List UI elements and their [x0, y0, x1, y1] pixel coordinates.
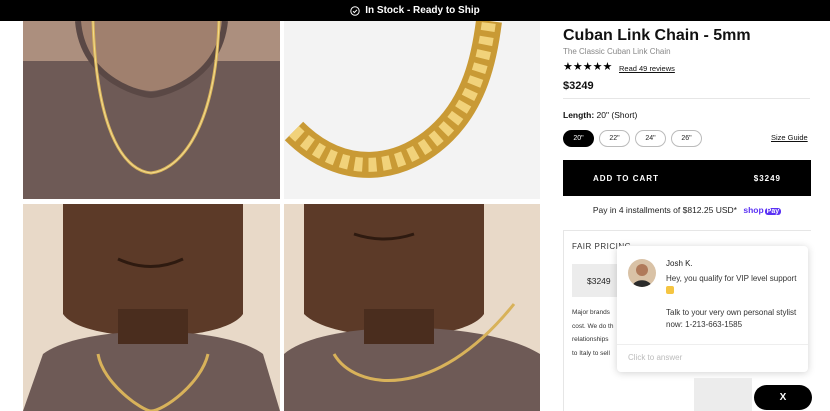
product-image-4[interactable]: [284, 204, 540, 411]
agent-avatar: [628, 259, 656, 287]
chat-message-1: Hey, you qualify for VIP level support: [666, 274, 797, 283]
shop-pay-brand: shop: [743, 205, 764, 215]
product-subtitle: The Classic Cuban Link Chain: [563, 47, 671, 56]
chat-popup[interactable]: Josh K. Hey, you qualify for VIP level s…: [617, 246, 808, 372]
close-chat-button[interactable]: X: [754, 385, 812, 410]
product-image-2[interactable]: [284, 21, 540, 199]
chat-answer-input[interactable]: Click to answer: [617, 344, 808, 372]
shop-pay-pay: Pay: [764, 208, 782, 215]
installments-row: Pay in 4 installments of $812.25 USD* sh…: [563, 205, 811, 215]
length-option-22[interactable]: 22": [599, 130, 630, 147]
fair-pricing-compare-block: [694, 378, 752, 411]
length-option-26[interactable]: 26": [671, 130, 702, 147]
shop-pay-logo[interactable]: shop Pay: [743, 205, 782, 215]
product-image-3[interactable]: [23, 204, 280, 411]
product-title: Cuban Link Chain - 5mm: [563, 27, 751, 44]
stock-banner: In Stock - Ready to Ship: [0, 0, 830, 21]
product-image-1[interactable]: [23, 21, 280, 199]
product-price: $3249: [563, 80, 594, 92]
length-option-24[interactable]: 24": [635, 130, 666, 147]
chat-message: Hey, you qualify for VIP level support T…: [666, 273, 801, 341]
length-label: Length:: [563, 110, 595, 120]
reviews-link[interactable]: Read 49 reviews: [619, 64, 675, 73]
smile-emoji-icon: [666, 286, 674, 295]
installments-text: Pay in 4 installments of $812.25 USD*: [592, 205, 737, 215]
add-to-cart-price: $3249: [753, 173, 781, 183]
add-to-cart-button[interactable]: ADD TO CART $3249: [563, 160, 811, 196]
length-selected-value: 20" (Short): [596, 110, 638, 120]
check-circle-icon: [350, 5, 360, 16]
length-label-row: Length: 20" (Short): [563, 110, 637, 120]
star-rating: ★★★★★: [563, 61, 613, 73]
divider: [563, 98, 810, 99]
length-option-20[interactable]: 20": [563, 130, 594, 147]
stock-banner-text: In Stock - Ready to Ship: [365, 5, 480, 16]
chat-message-2: Talk to your very own personal stylist n…: [666, 308, 797, 329]
agent-name: Josh K.: [666, 259, 693, 268]
add-to-cart-label: ADD TO CART: [593, 173, 659, 183]
size-guide-link[interactable]: Size Guide: [771, 133, 808, 142]
